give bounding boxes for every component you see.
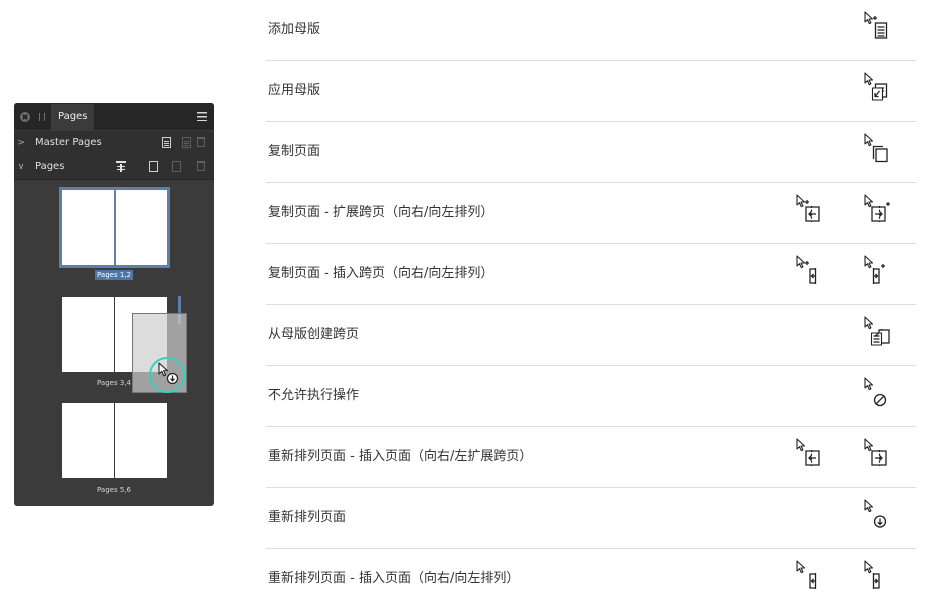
cursor-description: 复制页面 - 扩展跨页（向右/向左排列） <box>268 205 494 220</box>
trash-icon[interactable] <box>197 137 205 147</box>
add-page-icon[interactable] <box>149 161 158 172</box>
cursor-apply-master-icon <box>864 72 888 101</box>
list-item: 应用母版 <box>266 61 916 122</box>
trash-icon[interactable] <box>197 161 205 171</box>
close-icon[interactable] <box>20 112 30 122</box>
cursor-copy-extend-spread-right-icon <box>864 194 890 222</box>
master-pages-section[interactable]: > Master Pages <box>14 131 214 156</box>
list-item: 重新排列页面 - 插入页面（向右/左扩展跨页） <box>266 427 916 488</box>
cursor-copy-page-icon <box>864 133 888 163</box>
cursor-copy-insert-spread-right-icon <box>864 255 885 284</box>
pages-panel: Pages > Master Pages ∨ Pages Pages 1,2 P… <box>14 103 214 506</box>
cursor-description: 从母版创建跨页 <box>268 327 360 342</box>
cursor-description: 复制页面 <box>268 144 321 159</box>
cursor-reorder-icon <box>864 499 887 528</box>
panel-titlebar: Pages <box>14 103 214 130</box>
spread-spine <box>114 403 115 478</box>
list-item: 复制页面 - 扩展跨页（向右/向左排列） <box>266 183 916 244</box>
spread-label: Pages 5,6 <box>97 486 131 494</box>
cursor-reorder-extend-spread-right-icon <box>864 438 887 466</box>
cursor-reorder-insert-right-icon <box>864 560 880 589</box>
hamburger-menu-icon[interactable] <box>197 112 207 121</box>
cursor-not-allowed-icon <box>864 377 887 407</box>
cursor-description: 重新排列页面 - 插入页面（向右/左扩展跨页） <box>268 449 533 464</box>
spread-thumbnail[interactable] <box>59 187 170 268</box>
chevron-right-icon[interactable]: > <box>17 131 25 155</box>
reorder-icon <box>166 372 179 385</box>
cursor-add-master-icon <box>864 11 888 39</box>
spread-spine <box>114 190 116 265</box>
cursor-copy-insert-spread-left-icon <box>796 255 817 284</box>
pages-section[interactable]: ∨ Pages <box>14 155 214 180</box>
spread-thumbnail[interactable] <box>62 403 167 478</box>
tab-pages[interactable]: Pages <box>51 104 95 130</box>
duplicate-page-icon[interactable] <box>172 161 181 172</box>
cursor-reorder-insert-left-icon <box>796 560 817 589</box>
spread-align-icon[interactable] <box>116 161 126 173</box>
add-master-icon[interactable] <box>162 137 171 148</box>
list-item: 重新排列页面 - 插入页面（向右/向左排列） <box>266 549 916 610</box>
list-item: 重新排列页面 <box>266 488 916 549</box>
cursor-reorder-extend-spread-left-icon <box>796 438 820 466</box>
list-item: 从母版创建跨页 <box>266 305 916 366</box>
cursor-description: 应用母版 <box>268 83 321 98</box>
pages-section-label: Pages <box>35 161 65 172</box>
cursor-description: 复制页面 - 插入跨页（向右/向左排列） <box>268 266 494 281</box>
list-item: 复制页面 <box>266 122 916 183</box>
list-item: 复制页面 - 插入跨页（向右/向左排列） <box>266 244 916 305</box>
panel-grip-icon[interactable] <box>39 113 45 121</box>
list-item: 添加母版 <box>266 0 916 61</box>
cursor-create-spread-from-master-icon <box>864 316 890 346</box>
cursor-description: 重新排列页面 <box>268 510 347 525</box>
chevron-down-icon[interactable]: ∨ <box>17 155 25 179</box>
list-item: 不允许执行操作 <box>266 366 916 427</box>
cursor-description: 重新排列页面 - 插入页面（向右/向左排列） <box>268 571 520 586</box>
spread-label: Pages 1,2 <box>95 270 133 280</box>
cursor-description: 添加母版 <box>268 22 321 37</box>
duplicate-master-icon[interactable] <box>182 137 191 148</box>
spread-spine <box>114 297 115 372</box>
master-pages-label: Master Pages <box>35 137 102 148</box>
cursor-copy-extend-spread-left-icon <box>796 194 820 222</box>
cursor-description: 不允许执行操作 <box>268 388 360 403</box>
